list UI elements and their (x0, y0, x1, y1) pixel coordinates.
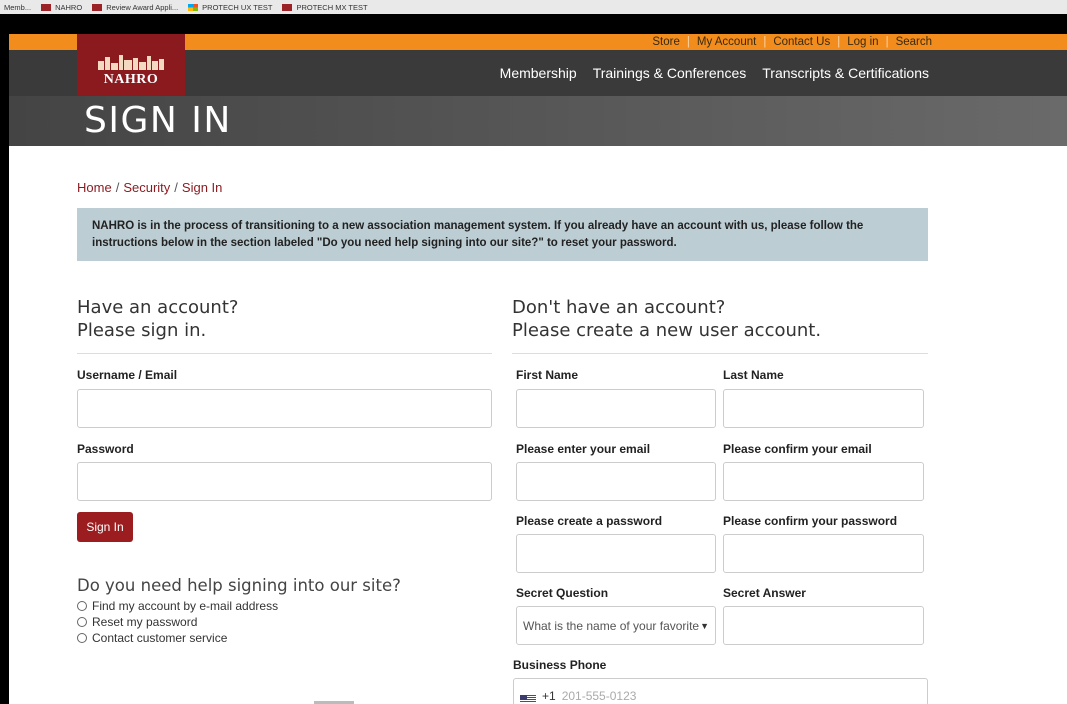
us-flag-icon[interactable] (520, 695, 536, 703)
radio-icon[interactable] (77, 617, 87, 627)
microsoft-favicon-icon (188, 3, 199, 11)
page-banner: SIGN IN (9, 96, 1067, 146)
register-section: Don't have an account? Please create a n… (512, 296, 928, 704)
business-phone-input[interactable]: +1 201-555-0123 (513, 678, 928, 704)
nav-membership[interactable]: Membership (500, 65, 577, 81)
password-input[interactable] (77, 462, 492, 501)
secret-question-label: Secret Question (516, 586, 609, 600)
password-create-label: Please create a password (516, 514, 663, 528)
register-heading: Don't have an account? Please create a n… (512, 296, 928, 354)
first-name-label: First Name (516, 368, 579, 382)
last-name-input[interactable] (723, 389, 924, 428)
first-name-input[interactable] (516, 389, 716, 428)
bookmark-item[interactable]: Memb... (4, 3, 31, 12)
my-account-link[interactable]: My Account (690, 36, 763, 48)
business-phone-label: Business Phone (513, 658, 607, 672)
contact-us-link[interactable]: Contact Us (766, 36, 837, 48)
help-option-contact-service[interactable]: Contact customer service (77, 630, 278, 646)
store-link[interactable]: Store (645, 36, 687, 48)
skyline-icon (98, 55, 164, 70)
secret-answer-input[interactable] (723, 606, 924, 645)
bookmark-item[interactable]: Review Award Appli... (92, 3, 178, 12)
radio-icon[interactable] (77, 601, 87, 611)
username-label: Username / Email (77, 368, 178, 382)
signin-section: Have an account? Please sign in. Usernam… (77, 296, 492, 645)
help-option-find-account[interactable]: Find my account by e-mail address (77, 598, 278, 614)
email-confirm-label: Please confirm your email (723, 442, 872, 456)
password-confirm-label: Please confirm your password (723, 514, 898, 528)
breadcrumb-home[interactable]: Home (77, 180, 112, 195)
signin-heading: Have an account? Please sign in. (77, 296, 492, 354)
password-create-input[interactable] (516, 534, 716, 573)
page-title: SIGN IN (84, 100, 232, 141)
nahro-favicon-icon (282, 3, 293, 11)
help-heading: Do you need help signing into our site? (77, 576, 401, 595)
nahro-favicon-icon (41, 3, 52, 11)
log-in-link[interactable]: Log in (840, 36, 885, 48)
chevron-down-icon: ▼ (700, 620, 709, 631)
logo-text: NAHRO (103, 72, 159, 87)
transition-notice: NAHRO is in the process of transitioning… (77, 208, 928, 261)
page: Store | My Account | Contact Us | Log in | S… (9, 34, 1067, 704)
email-input[interactable] (516, 462, 716, 501)
last-name-label: Last Name (723, 368, 784, 382)
radio-icon[interactable] (77, 633, 87, 643)
secret-question-select[interactable]: What is the name of your favorite ▼ (516, 606, 716, 645)
sign-in-button[interactable]: Sign In (77, 512, 133, 542)
bookmark-item[interactable]: PROTECH MX TEST (282, 3, 368, 12)
bookmark-item[interactable]: NAHRO (41, 3, 82, 12)
nav-trainings[interactable]: Trainings & Conferences (593, 65, 747, 81)
bookmarks-bar: Memb... NAHRO Review Award Appli... PROT… (0, 0, 1067, 34)
breadcrumb-security[interactable]: Security (123, 180, 170, 195)
bookmark-item[interactable]: PROTECH UX TEST (188, 3, 272, 12)
nahro-favicon-icon (92, 3, 103, 11)
email-label: Please enter your email (516, 442, 651, 456)
secret-answer-label: Secret Answer (723, 586, 806, 600)
password-confirm-input[interactable] (723, 534, 924, 573)
search-link[interactable]: Search (889, 36, 939, 48)
email-confirm-input[interactable] (723, 462, 924, 501)
nav-transcripts[interactable]: Transcripts & Certifications (762, 65, 929, 81)
help-option-reset-password[interactable]: Reset my password (77, 614, 278, 630)
username-input[interactable] (77, 389, 492, 428)
nahro-logo[interactable]: NAHRO (77, 34, 185, 96)
password-label: Password (77, 442, 134, 456)
breadcrumb-current: Sign In (181, 180, 223, 195)
breadcrumb: Home / Security / Sign In (77, 180, 223, 195)
main-navigation: NAHRO Membership Trainings & Conferences… (9, 34, 1067, 96)
help-options: Find my account by e-mail address Reset … (77, 598, 278, 646)
